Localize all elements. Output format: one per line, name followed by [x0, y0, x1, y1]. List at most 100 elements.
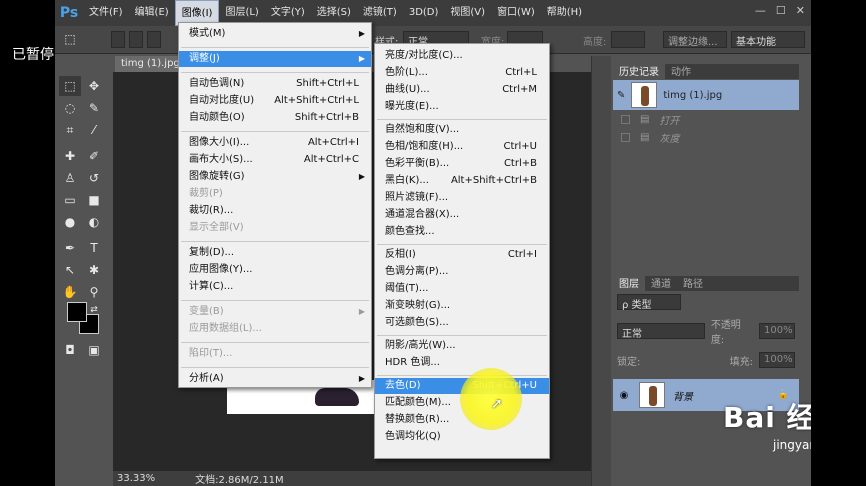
menu-item[interactable]: 渐变映射(G)...	[375, 298, 549, 314]
menu-item-label: 复制(D)...	[189, 247, 235, 258]
foreground-color-swatch[interactable]	[67, 302, 87, 322]
marquee-preset-icon[interactable]: ⬚	[59, 29, 81, 49]
menu-separator	[377, 119, 547, 120]
tab-layers[interactable]: 图层	[613, 274, 645, 291]
menu-help[interactable]: 帮助(H)	[541, 0, 588, 26]
add-selection-icon[interactable]	[129, 31, 143, 48]
menu-item[interactable]: 曲线(U)... Ctrl+M	[375, 82, 549, 98]
menu-item[interactable]: 曝光度(E)...	[375, 99, 549, 115]
menu-item[interactable]: 自动色调(N) Shift+Ctrl+L	[179, 76, 371, 92]
visibility-eye-icon[interactable]: ◉	[617, 390, 631, 401]
menu-item[interactable]: 调整(J) ▶	[179, 51, 371, 67]
lock-label: 锁定:	[617, 356, 641, 368]
menu-item[interactable]: 替换颜色(R)...	[375, 412, 549, 428]
lasso-icon[interactable]: ◌	[59, 98, 81, 118]
menu-item[interactable]: 照片滤镜(F)...	[375, 190, 549, 206]
submenu-arrow-icon: ▶	[358, 374, 365, 383]
maximize-button[interactable]: ☐	[776, 4, 786, 17]
zoom-icon[interactable]: ⚲	[83, 282, 105, 302]
height-input[interactable]	[611, 31, 645, 48]
menu-item[interactable]: 通道混合器(X)...	[375, 207, 549, 223]
new-selection-icon[interactable]	[111, 31, 125, 48]
blur-icon[interactable]: ●	[59, 212, 81, 232]
tab-actions[interactable]: 动作	[665, 62, 697, 79]
shape-icon[interactable]: ✱	[83, 260, 105, 280]
refine-edge-button[interactable]: 调整边缘...	[663, 31, 727, 48]
eraser-icon[interactable]: ▭	[59, 190, 81, 210]
fill-input[interactable]: 100%	[759, 352, 795, 368]
menu-item[interactable]: 色调分离(P)...	[375, 264, 549, 280]
menu-item[interactable]: 阴影/高光(W)...	[375, 338, 549, 354]
hand-icon[interactable]: ✋	[59, 282, 81, 302]
zoom-level[interactable]: 33.33%	[117, 473, 155, 484]
menu-item[interactable]: 黑白(K)... Alt+Shift+Ctrl+B	[375, 173, 549, 189]
tab-history[interactable]: 历史记录	[613, 62, 665, 79]
menu-file[interactable]: 文件(F)	[83, 0, 129, 26]
menu-item[interactable]: 自动颜色(O) Shift+Ctrl+B	[179, 110, 371, 126]
menu-item[interactable]: 图像大小(I)... Alt+Ctrl+I	[179, 135, 371, 151]
menu-item: 显示全部(V)	[179, 220, 371, 236]
clone-stamp-icon[interactable]: ♙	[59, 168, 81, 188]
layer-filter-select[interactable]: ρ 类型	[617, 294, 681, 311]
step-icon: ▤	[640, 113, 650, 125]
brush-icon[interactable]: ✐	[83, 146, 105, 166]
tab-paths[interactable]: 路径	[677, 274, 709, 291]
close-button[interactable]: ✕	[796, 4, 805, 17]
history-brush-source-icon[interactable]: ✎	[617, 90, 625, 101]
menu-item[interactable]: 亮度/对比度(C)...	[375, 48, 549, 64]
marquee-icon[interactable]: ⬚	[59, 76, 81, 96]
workspace-select[interactable]: 基本功能	[731, 31, 805, 48]
menu-item[interactable]: 色调均化(Q)	[375, 429, 549, 445]
menu-edit[interactable]: 编辑(E)	[129, 0, 175, 26]
menu-item-label: 变量(B)	[189, 306, 224, 317]
menu-3d[interactable]: 3D(D)	[403, 0, 445, 26]
menu-item[interactable]: 复制(D)...	[179, 245, 371, 261]
minimize-button[interactable]: —	[755, 4, 766, 17]
screen-mode-icon[interactable]: ▣	[83, 340, 105, 360]
quick-mask-icon[interactable]: ◘	[59, 340, 81, 360]
menu-item[interactable]: 画布大小(S)... Alt+Ctrl+C	[179, 152, 371, 168]
move-icon[interactable]: ✥	[83, 76, 105, 96]
history-step[interactable]: ▤ 灰度	[613, 128, 799, 146]
menu-window[interactable]: 窗口(W)	[491, 0, 541, 26]
menu-item-label: 显示全部(V)	[189, 222, 244, 233]
menu-item[interactable]: 裁切(R)...	[179, 203, 371, 219]
pen-icon[interactable]: ✒	[59, 238, 81, 258]
crop-icon[interactable]: ⌗	[59, 120, 81, 140]
path-select-icon[interactable]: ↖	[59, 260, 81, 280]
type-icon[interactable]: T	[83, 238, 105, 258]
blend-mode-select[interactable]: 正常	[617, 323, 705, 340]
step-checkbox[interactable]	[621, 114, 630, 124]
menu-item[interactable]: 计算(C)...	[179, 279, 371, 295]
eyedropper-icon[interactable]: ⁄	[83, 120, 105, 140]
opacity-input[interactable]: 100%	[759, 323, 795, 339]
menu-item[interactable]: 色阶(L)... Ctrl+L	[375, 65, 549, 81]
menu-item[interactable]: 可选颜色(S)...	[375, 315, 549, 331]
menu-item[interactable]: 颜色查找...	[375, 224, 549, 240]
menu-item-shortcut: Ctrl+L	[505, 67, 537, 78]
history-brush-icon[interactable]: ↺	[83, 168, 105, 188]
menu-item[interactable]: HDR 色调...	[375, 355, 549, 371]
menu-view[interactable]: 视图(V)	[444, 0, 491, 26]
history-snapshot[interactable]: ✎ timg (1).jpg	[613, 80, 799, 110]
menu-item[interactable]: 应用图像(Y)...	[179, 262, 371, 278]
menu-item[interactable]: 色彩平衡(B)... Ctrl+B	[375, 156, 549, 172]
menu-item[interactable]: 色相/饱和度(H)... Ctrl+U	[375, 139, 549, 155]
dodge-icon[interactable]: ◐	[83, 212, 105, 232]
menu-item[interactable]: 分析(A) ▶	[179, 371, 371, 387]
menu-item[interactable]: 图像旋转(G) ▶	[179, 169, 371, 185]
tab-channels[interactable]: 通道	[645, 274, 677, 291]
menu-item[interactable]: 自动对比度(U) Alt+Shift+Ctrl+L	[179, 93, 371, 109]
document-size: 文档:2.86M/2.11M	[195, 475, 284, 486]
menu-item[interactable]: 反相(I) Ctrl+I	[375, 247, 549, 263]
step-checkbox[interactable]	[621, 132, 630, 142]
menu-item-shortcut: Shift+Ctrl+L	[296, 78, 359, 89]
gradient-icon[interactable]: ■	[83, 190, 105, 210]
quick-select-icon[interactable]: ✎	[83, 98, 105, 118]
menu-item[interactable]: 阈值(T)...	[375, 281, 549, 297]
subtract-selection-icon[interactable]	[147, 31, 161, 48]
healing-brush-icon[interactable]: ✚	[59, 146, 81, 166]
menu-item[interactable]: 模式(M) ▶	[179, 26, 371, 42]
history-step[interactable]: ▤ 打开	[613, 110, 799, 128]
menu-item[interactable]: 自然饱和度(V)...	[375, 122, 549, 138]
